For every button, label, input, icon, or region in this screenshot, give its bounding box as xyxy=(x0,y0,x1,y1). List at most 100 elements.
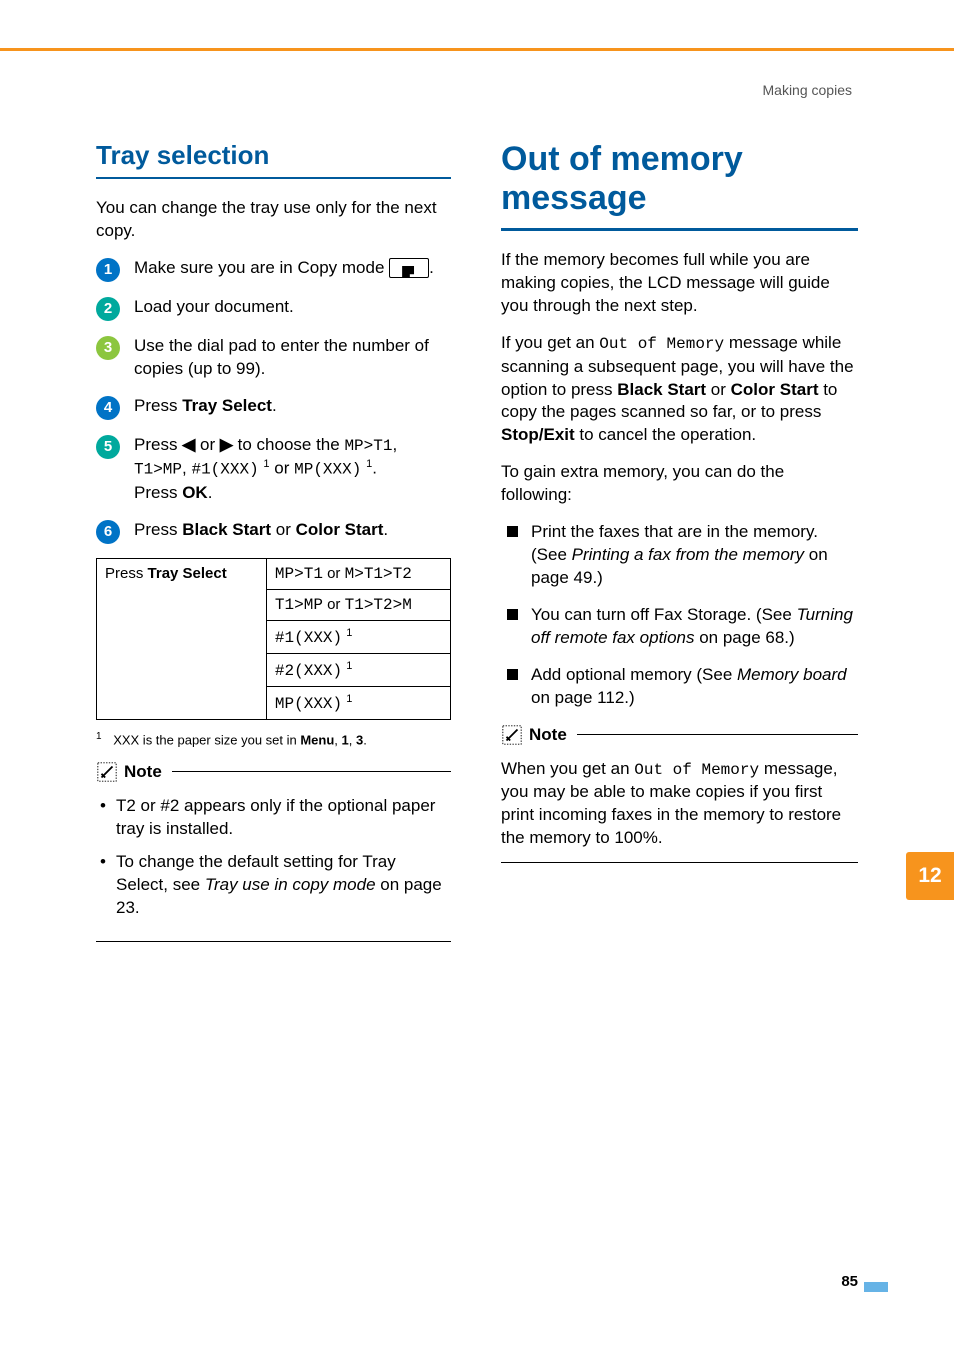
li3-c: on page 112.) xyxy=(531,688,635,707)
tray-selection-heading: Tray selection xyxy=(96,140,451,179)
note-label: Note xyxy=(529,725,567,745)
copy-mode-icon xyxy=(389,258,429,278)
tray-select-table: Press Tray Select MP>T1 or M>T1>T2 T1>MP… xyxy=(96,558,451,720)
step-6-black-start: Black Start xyxy=(182,520,271,539)
step-6-period: . xyxy=(383,520,388,539)
note-item-2-link: Tray use in copy mode xyxy=(205,875,376,894)
step-3-body: Use the dial pad to enter the number of … xyxy=(134,335,451,381)
step-1: 1 Make sure you are in Copy mode . xyxy=(96,257,451,282)
p2-stop-exit: Stop/Exit xyxy=(501,425,575,444)
arrow-left-icon: ◀ xyxy=(182,434,195,457)
step-list: 1 Make sure you are in Copy mode . 2 Loa… xyxy=(96,257,451,544)
step-4-text-c: . xyxy=(272,396,277,415)
table-r2-or: or xyxy=(323,596,345,613)
step-1-body: Make sure you are in Copy mode . xyxy=(134,257,451,280)
footnote-g: . xyxy=(363,732,367,747)
header-rule xyxy=(0,48,954,51)
step-1-text-a: Make sure you are in Copy mode xyxy=(134,258,389,277)
out-of-memory-heading: Out of memory message xyxy=(501,140,858,231)
arrow-right-icon: ▶ xyxy=(220,434,233,457)
rnote-a: When you get an xyxy=(501,759,634,778)
heading-line-2: message xyxy=(501,179,858,218)
footnote-menu: Menu xyxy=(300,732,334,747)
step-5-or: or xyxy=(195,435,220,454)
table-row: Press Tray Select MP>T1 or M>T1>T2 xyxy=(97,558,451,589)
table-r5: MP(XXX) 1 xyxy=(266,686,450,719)
table-r5-fn: 1 xyxy=(346,693,352,705)
table-r2: T1>MP or T1>T2>M xyxy=(266,589,450,620)
note-item-2: To change the default setting for Tray S… xyxy=(100,851,451,920)
note-icon xyxy=(96,761,118,783)
step-2: 2 Load your document. xyxy=(96,296,451,321)
table-r2-b: T1>T2>M xyxy=(345,596,412,614)
table-r4-fn: 1 xyxy=(346,660,352,672)
li3-a: Add optional memory (See xyxy=(531,665,737,684)
right-p1: If the memory becomes full while you are… xyxy=(501,249,858,318)
table-r1-b: M>T1>T2 xyxy=(345,565,412,583)
p2-out-of-memory: Out of Memory xyxy=(599,335,724,353)
step-number-2: 2 xyxy=(96,297,120,321)
step-5-fnref-1: 1 xyxy=(263,458,269,470)
step-5: 5 Press ◀ or ▶ to choose the MP>T1, T1>M… xyxy=(96,434,451,505)
step-6-color-start: Color Start xyxy=(296,520,384,539)
li3-link: Memory board xyxy=(737,665,847,684)
p2-color-start: Color Start xyxy=(731,380,819,399)
page-number: 85 xyxy=(841,1273,858,1290)
step-5-period: . xyxy=(372,459,377,478)
step-5-press-ok: Press xyxy=(134,483,182,502)
list-item: You can turn off Fax Storage. (See Turni… xyxy=(507,604,858,650)
table-left-b: Tray Select xyxy=(148,565,227,582)
table-left-a: Press xyxy=(105,565,148,582)
step-5-period2: . xyxy=(208,483,213,502)
content-columns: Tray selection You can change the tray u… xyxy=(96,140,858,942)
step-6-or: or xyxy=(271,520,296,539)
p2-a: If you get an xyxy=(501,333,599,352)
table-r4-code: #2(XXX) xyxy=(275,662,342,680)
footnote-1: 1 XXX is the paper size you set in Menu,… xyxy=(96,730,451,749)
note-body: When you get an Out of Memory message, y… xyxy=(501,758,858,863)
step-number-1: 1 xyxy=(96,258,120,282)
p2-black-start: Black Start xyxy=(617,380,706,399)
list-item: Add optional memory (See Memory board on… xyxy=(507,664,858,710)
right-note: Note When you get an Out of Memory messa… xyxy=(501,724,858,863)
step-4-text-a: Press xyxy=(134,396,182,415)
li1-link: Printing a fax from the memory xyxy=(572,545,804,564)
list-item: Print the faxes that are in the memory. … xyxy=(507,521,858,590)
note-header: Note xyxy=(501,724,858,748)
memory-options-list: Print the faxes that are in the memory. … xyxy=(501,521,858,710)
note-header: Note xyxy=(96,761,451,785)
table-r3-code: #1(XXX) xyxy=(275,629,342,647)
step-5-text-b: to choose the xyxy=(233,435,345,454)
step-5-comma1: , xyxy=(392,435,397,454)
step-3: 3 Use the dial pad to enter the number o… xyxy=(96,335,451,381)
page-number-bar xyxy=(864,1282,888,1292)
step-2-body: Load your document. xyxy=(134,296,451,319)
step-5-opt3: #1(XXX) xyxy=(191,461,258,479)
table-r1-a: MP>T1 xyxy=(275,565,323,583)
step-5-opt4: MP(XXX) xyxy=(294,461,361,479)
step-number-6: 6 xyxy=(96,520,120,544)
table-r5-code: MP(XXX) xyxy=(275,695,342,713)
step-5-body: Press ◀ or ▶ to choose the MP>T1, T1>MP,… xyxy=(134,434,451,505)
p2-e: or xyxy=(706,380,731,399)
table-r4: #2(XXX) 1 xyxy=(266,653,450,686)
footnote-e: , xyxy=(349,732,356,747)
left-note: Note T2 or #2 appears only if the option… xyxy=(96,761,451,943)
note-label: Note xyxy=(124,762,162,782)
li2-c: on page 68.) xyxy=(694,628,794,647)
step-5-press: Press xyxy=(134,435,182,454)
step-5-opt1: MP>T1 xyxy=(344,437,392,455)
page: Making copies Tray selection You can cha… xyxy=(0,0,954,1348)
right-p3: To gain extra memory, you can do the fol… xyxy=(501,461,858,507)
tray-selection-intro: You can change the tray use only for the… xyxy=(96,197,451,243)
footnote-number: 1 xyxy=(96,731,102,742)
step-4-body: Press Tray Select. xyxy=(134,395,451,418)
heading-line-1: Out of memory xyxy=(501,140,743,178)
step-number-4: 4 xyxy=(96,396,120,420)
step-number-5: 5 xyxy=(96,435,120,459)
table-left-cell: Press Tray Select xyxy=(97,558,267,719)
note-header-line xyxy=(172,771,451,772)
step-6-body: Press Black Start or Color Start. xyxy=(134,519,451,542)
note-item-1: T2 or #2 appears only if the optional pa… xyxy=(100,795,451,841)
right-column: Out of memory message If the memory beco… xyxy=(501,140,858,942)
